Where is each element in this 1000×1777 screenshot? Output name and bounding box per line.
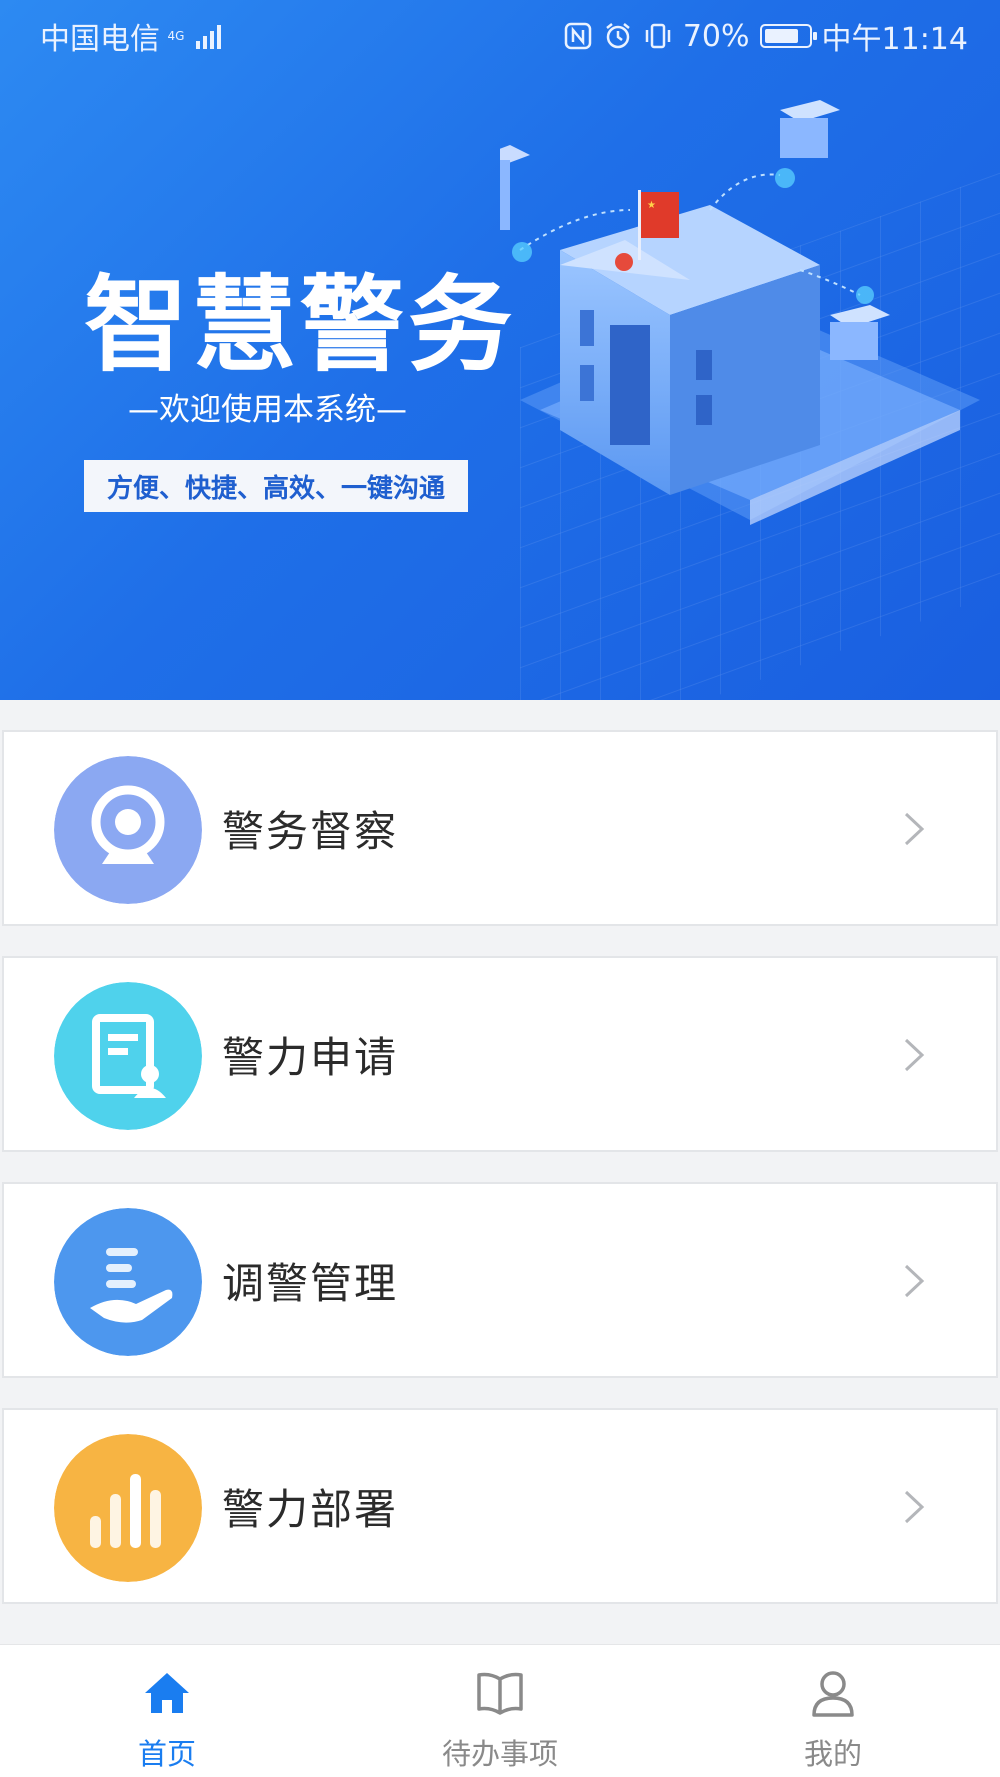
- document-user-icon: [54, 982, 202, 1130]
- tab-home[interactable]: 首页: [67, 1645, 267, 1777]
- bar-chart-icon: [54, 1434, 202, 1582]
- carrier-name: 中国电信: [40, 22, 160, 57]
- menu-item-label: 警力申请: [222, 1032, 399, 1082]
- banner-title: 智慧警务: [84, 264, 517, 386]
- network-type: 4G: [167, 29, 185, 43]
- police-building-illustration: ★: [500, 100, 980, 525]
- menu-item-dispatch-management[interactable]: 调警管理: [2, 1182, 998, 1378]
- signal-icon: [196, 23, 221, 49]
- clock: 中午11:14: [821, 22, 968, 57]
- tab-label: 首页: [137, 1737, 196, 1771]
- chevron-right-icon: [904, 1264, 925, 1298]
- tab-label: 待办事项: [441, 1737, 558, 1771]
- menu-item-label: 调警管理: [222, 1258, 399, 1308]
- alarm-icon: [606, 23, 630, 49]
- hero-banner: ★ 智慧警务 —欢迎使用本系统— 方便、快捷、高效、一键沟通: [0, 0, 1000, 700]
- tab-label: 我的: [803, 1737, 862, 1771]
- bottom-tab-bar: 首页 待办事项 我的: [0, 1644, 1000, 1777]
- user-icon: [812, 1671, 854, 1717]
- battery-icon: [759, 24, 817, 48]
- svg-text:★: ★: [647, 200, 656, 211]
- chevron-right-icon: [904, 1490, 925, 1524]
- nfc-icon: [564, 22, 592, 50]
- menu-item-label: 警力部署: [222, 1484, 399, 1534]
- chevron-right-icon: [904, 1038, 925, 1072]
- menu-item-police-request[interactable]: 警力申请: [2, 956, 998, 1152]
- chevron-right-icon: [904, 812, 925, 846]
- battery-percent: 70%: [682, 18, 750, 54]
- tab-todo[interactable]: 待办事项: [400, 1645, 600, 1777]
- banner-tagline: 方便、快捷、高效、一键沟通: [84, 460, 468, 512]
- vibrate-icon: [645, 23, 671, 49]
- menu-item-police-deployment[interactable]: 警力部署: [2, 1408, 998, 1604]
- hand-dispatch-icon: [54, 1208, 202, 1356]
- status-bar: 中国电信 4G 70% 中午11:14: [0, 0, 1000, 70]
- menu-item-label: 警务督察: [222, 806, 399, 856]
- menu-item-police-inspection[interactable]: 警务督察: [2, 730, 998, 926]
- book-icon: [477, 1672, 523, 1715]
- tab-mine[interactable]: 我的: [733, 1645, 933, 1777]
- webcam-icon: [54, 756, 202, 904]
- banner-subtitle: —欢迎使用本系统—: [128, 392, 407, 428]
- home-icon: [145, 1673, 189, 1713]
